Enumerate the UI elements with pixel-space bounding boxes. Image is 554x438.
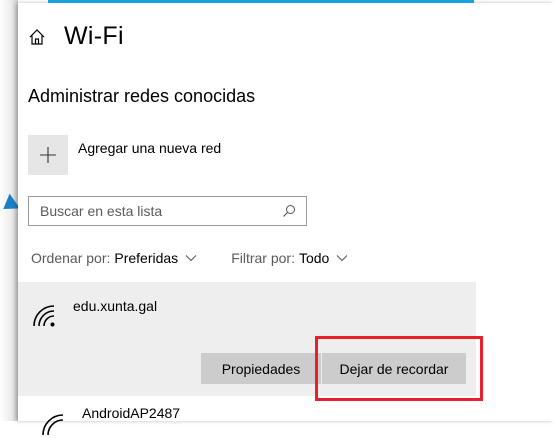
- sort-dropdown[interactable]: Ordenar por: Preferidas: [31, 250, 197, 266]
- network-item[interactable]: AndroidAP2487: [40, 406, 180, 438]
- add-network-label[interactable]: Agregar una nueva red: [78, 140, 221, 156]
- home-icon[interactable]: [28, 28, 46, 46]
- top-accent-bar: [48, 0, 474, 3]
- network-name: edu.xunta.gal: [73, 298, 158, 314]
- filter-value: Todo: [298, 250, 330, 266]
- section-title: Administrar redes conocidas: [28, 86, 256, 106]
- network-name: AndroidAP2487: [82, 405, 181, 421]
- search-icon[interactable]: [282, 204, 296, 218]
- chevron-down-icon: [185, 255, 197, 262]
- page-title: Wi-Fi: [64, 22, 124, 50]
- plus-icon: [40, 147, 56, 163]
- chevron-down-icon: [336, 255, 348, 262]
- search-input[interactable]: [29, 202, 282, 220]
- add-network-button[interactable]: [28, 135, 68, 175]
- network-item-selected[interactable]: edu.xunta.gal Propiedades Dejar de recor…: [18, 282, 476, 396]
- search-field[interactable]: [28, 196, 307, 226]
- wifi-signal-icon: [42, 414, 64, 436]
- page-header: Wi-Fi: [28, 22, 124, 51]
- sort-filter-row: Ordenar por: Preferidas Filtrar por: Tod…: [31, 250, 348, 266]
- forget-button[interactable]: Dejar de recordar: [322, 353, 466, 384]
- filter-dropdown[interactable]: Filtrar por: Todo: [231, 250, 348, 266]
- wifi-signal-icon: [33, 305, 55, 327]
- sort-label: Ordenar por:: [31, 250, 111, 266]
- properties-button[interactable]: Propiedades: [201, 353, 321, 384]
- filter-label: Filtrar por:: [231, 250, 295, 266]
- sort-value: Preferidas: [114, 250, 179, 266]
